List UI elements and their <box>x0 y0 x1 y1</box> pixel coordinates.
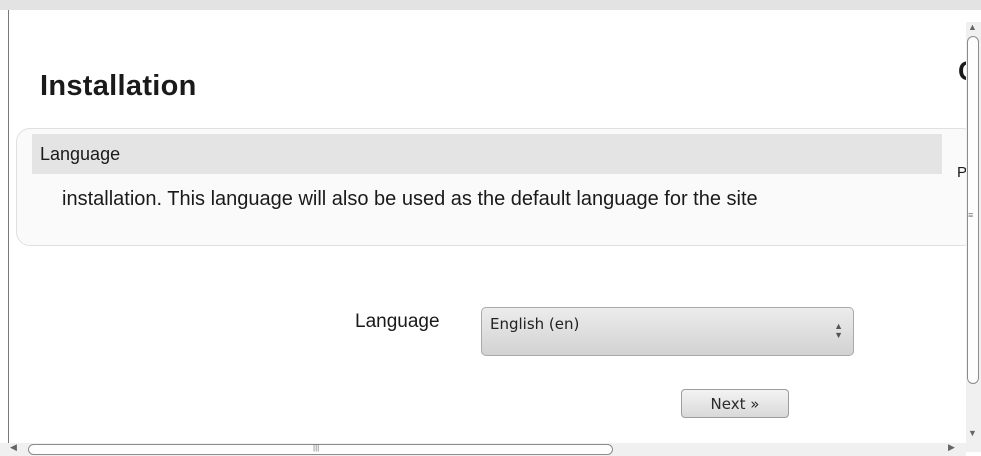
language-select[interactable]: English (en) ▲ ▼ <box>481 307 854 356</box>
section-header-label: Language <box>40 144 121 164</box>
horizontal-scrollbar[interactable]: ◀ ||| ▶ <box>0 442 966 456</box>
vertical-scrollbar[interactable]: ▲ ≡ ▼ <box>966 22 981 452</box>
scroll-grip-icon: ≡ <box>968 210 974 220</box>
horizontal-scroll-thumb[interactable] <box>28 444 613 455</box>
language-label: Language <box>355 311 440 332</box>
triangle-up-icon[interactable]: ▲ <box>968 22 977 32</box>
top-bar <box>0 0 981 10</box>
next-button[interactable]: Next » <box>681 389 789 418</box>
page-title: Installation <box>40 70 197 102</box>
up-down-arrows-icon: ▲ ▼ <box>834 321 843 340</box>
scroll-grip-icon-h: ||| <box>313 443 320 452</box>
left-border <box>8 10 9 446</box>
language-select-value: English (en) <box>490 315 580 333</box>
triangle-right-icon[interactable]: ▶ <box>948 442 955 453</box>
language-section-header <box>32 134 942 174</box>
triangle-down-icon[interactable]: ▼ <box>968 428 977 438</box>
section-description: installation. This language will also be… <box>62 188 758 210</box>
triangle-left-icon[interactable]: ◀ <box>10 442 17 453</box>
